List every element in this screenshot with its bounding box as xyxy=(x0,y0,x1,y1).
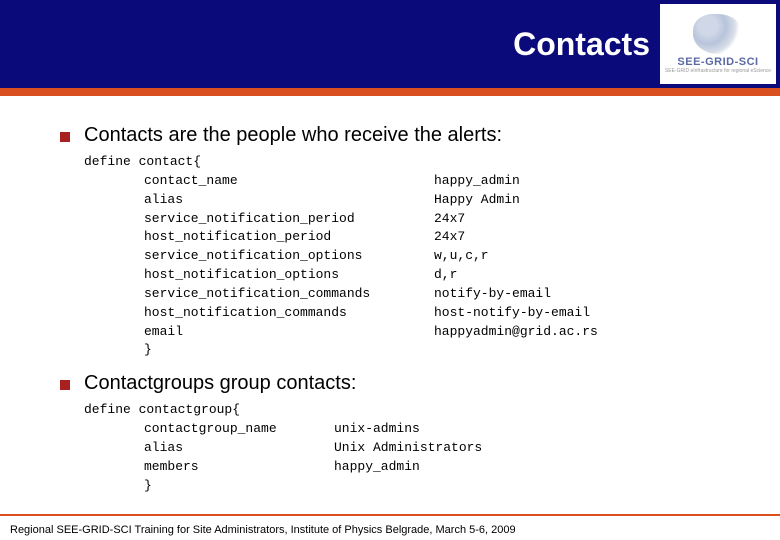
slide-title: Contacts xyxy=(513,26,650,63)
code-row: aliasHappy Admin xyxy=(84,191,720,210)
slide-header: Contacts SEE-GRID-SCI SEE-GRID eInfrastr… xyxy=(0,0,780,88)
code-key: host_notification_period xyxy=(144,228,434,247)
code-key: service_notification_period xyxy=(144,210,434,229)
code-row: contact_namehappy_admin xyxy=(84,172,720,191)
code-row: host_notification_optionsd,r xyxy=(84,266,720,285)
code-key: host_notification_options xyxy=(144,266,434,285)
code-value: d,r xyxy=(434,266,457,285)
code-row: service_notification_commandsnotify-by-e… xyxy=(84,285,720,304)
code-block-contactgroup: define contactgroup{ contactgroup_nameun… xyxy=(84,401,720,495)
code-key: contact_name xyxy=(144,172,434,191)
code-open: define contactgroup{ xyxy=(84,401,720,420)
code-close: } xyxy=(84,341,720,360)
slide-content: Contacts are the people who receive the … xyxy=(0,96,780,496)
code-block-contact: define contact{ contact_namehappy_admin … xyxy=(84,153,720,360)
code-key: host_notification_commands xyxy=(144,304,434,323)
code-value: unix-admins xyxy=(334,420,420,439)
code-value: happy_admin xyxy=(434,172,520,191)
code-key: contactgroup_name xyxy=(144,420,334,439)
logo-text-main: SEE-GRID-SCI xyxy=(677,56,758,68)
code-key: alias xyxy=(144,439,334,458)
bullet-heading-2: Contactgroups group contacts: xyxy=(84,372,356,395)
code-value: notify-by-email xyxy=(434,285,551,304)
code-row: host_notification_commandshost-notify-by… xyxy=(84,304,720,323)
header-divider xyxy=(0,88,780,96)
code-value: happy_admin xyxy=(334,458,420,477)
bullet-icon xyxy=(60,132,70,142)
code-row: emailhappyadmin@grid.ac.rs xyxy=(84,323,720,342)
code-row: membershappy_admin xyxy=(84,458,720,477)
code-row: host_notification_period24x7 xyxy=(84,228,720,247)
code-value: Happy Admin xyxy=(434,191,520,210)
code-value: 24x7 xyxy=(434,228,465,247)
code-value: happyadmin@grid.ac.rs xyxy=(434,323,598,342)
footer-divider xyxy=(0,514,780,516)
logo-box: SEE-GRID-SCI SEE-GRID eInfrastructure fo… xyxy=(660,4,776,84)
code-row: contactgroup_nameunix-admins xyxy=(84,420,720,439)
bullet-heading-1: Contacts are the people who receive the … xyxy=(84,124,502,147)
code-key: email xyxy=(144,323,434,342)
code-key: members xyxy=(144,458,334,477)
code-value: Unix Administrators xyxy=(334,439,482,458)
code-close: } xyxy=(84,477,720,496)
code-open: define contact{ xyxy=(84,153,720,172)
logo-swirl-icon xyxy=(693,14,743,54)
bullet-item: Contacts are the people who receive the … xyxy=(60,124,720,147)
code-value: w,u,c,r xyxy=(434,247,489,266)
code-value: 24x7 xyxy=(434,210,465,229)
code-row: service_notification_optionsw,u,c,r xyxy=(84,247,720,266)
bullet-item: Contactgroups group contacts: xyxy=(60,372,720,395)
code-key: alias xyxy=(144,191,434,210)
code-value: host-notify-by-email xyxy=(434,304,590,323)
code-key: service_notification_options xyxy=(144,247,434,266)
footer-text: Regional SEE-GRID-SCI Training for Site … xyxy=(0,524,780,536)
logo-text-sub: SEE-GRID eInfrastructure for regional eS… xyxy=(665,68,771,74)
code-key: service_notification_commands xyxy=(144,285,434,304)
code-row: service_notification_period24x7 xyxy=(84,210,720,229)
bullet-icon xyxy=(60,380,70,390)
code-row: aliasUnix Administrators xyxy=(84,439,720,458)
